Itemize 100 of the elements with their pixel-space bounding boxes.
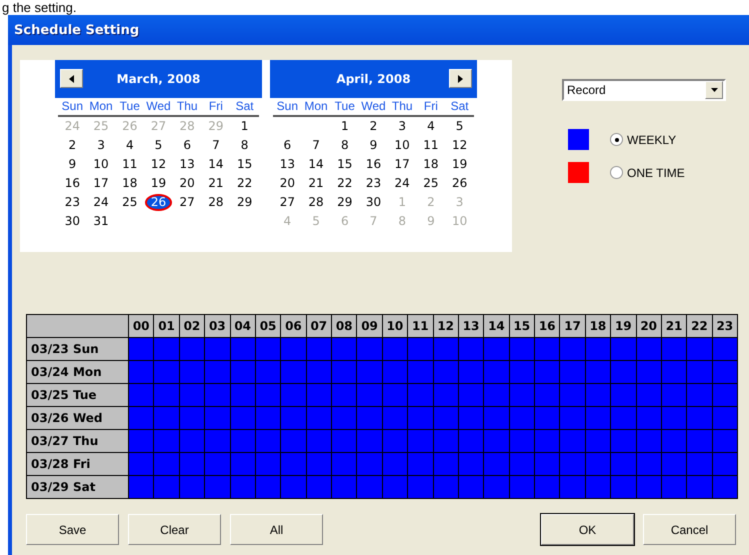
schedule-slot[interactable] <box>129 361 154 383</box>
calendar-day[interactable]: 26 <box>445 174 474 193</box>
schedule-slot[interactable] <box>382 430 408 452</box>
schedule-slot[interactable] <box>712 407 737 429</box>
schedule-slot[interactable] <box>256 361 280 383</box>
radio-option[interactable]: WEEKLY <box>610 132 676 146</box>
schedule-slot[interactable] <box>180 361 204 383</box>
schedule-slot[interactable] <box>510 361 534 383</box>
schedule-slot[interactable] <box>306 384 331 406</box>
next-month-button[interactable] <box>449 69 472 88</box>
calendar-day[interactable]: 28 <box>302 193 330 212</box>
schedule-slot[interactable] <box>306 430 331 452</box>
calendar-day[interactable]: 16 <box>359 155 388 174</box>
calendar-day[interactable]: 17 <box>388 155 417 174</box>
calendar-day[interactable]: 26 <box>144 194 172 211</box>
action-button[interactable]: All <box>230 514 323 545</box>
schedule-slot[interactable] <box>535 453 560 475</box>
schedule-slot[interactable] <box>510 453 534 475</box>
schedule-slot[interactable] <box>129 476 154 498</box>
schedule-slot[interactable] <box>230 453 255 475</box>
schedule-slot[interactable] <box>180 476 204 498</box>
radio-button[interactable] <box>610 166 623 179</box>
schedule-slot[interactable] <box>458 476 484 498</box>
schedule-slot[interactable] <box>510 338 534 360</box>
schedule-slot[interactable] <box>332 361 356 383</box>
action-button[interactable]: Save <box>26 514 119 545</box>
schedule-slot[interactable] <box>306 476 331 498</box>
schedule-slot[interactable] <box>662 430 686 452</box>
schedule-slot[interactable] <box>458 453 484 475</box>
schedule-slot[interactable] <box>230 361 255 383</box>
schedule-slot[interactable] <box>535 361 560 383</box>
schedule-slot[interactable] <box>306 338 331 360</box>
calendar-day[interactable]: 16 <box>58 174 87 193</box>
schedule-slot[interactable] <box>586 453 610 475</box>
schedule-slot[interactable] <box>510 476 534 498</box>
calendar-day[interactable]: 17 <box>86 174 116 193</box>
schedule-slot[interactable] <box>662 384 686 406</box>
schedule-slot[interactable] <box>306 407 331 429</box>
calendar-day[interactable]: 18 <box>115 174 144 193</box>
calendar-day[interactable]: 12 <box>144 155 173 174</box>
calendar-day[interactable]: 13 <box>172 155 202 174</box>
schedule-slot[interactable] <box>712 430 737 452</box>
calendar-day[interactable]: 5 <box>445 117 474 136</box>
schedule-slot[interactable] <box>586 476 610 498</box>
calendar-day[interactable]: 3 <box>86 136 116 155</box>
schedule-slot[interactable] <box>636 384 661 406</box>
schedule-slot[interactable] <box>230 476 255 498</box>
calendar-day[interactable]: 25 <box>115 193 144 212</box>
schedule-slot[interactable] <box>712 476 737 498</box>
schedule-slot[interactable] <box>382 407 408 429</box>
schedule-slot[interactable] <box>382 361 408 383</box>
schedule-slot[interactable] <box>256 384 280 406</box>
schedule-slot[interactable] <box>180 338 204 360</box>
calendar-day[interactable]: 20 <box>273 174 302 193</box>
schedule-slot[interactable] <box>535 430 560 452</box>
schedule-slot[interactable] <box>434 430 458 452</box>
schedule-slot[interactable] <box>129 453 154 475</box>
radio-button[interactable] <box>610 133 623 146</box>
calendar-day[interactable]: 15 <box>230 155 259 174</box>
schedule-slot[interactable] <box>180 384 204 406</box>
schedule-slot[interactable] <box>332 476 356 498</box>
calendar-day[interactable]: 2 <box>58 136 87 155</box>
schedule-slot[interactable] <box>458 407 484 429</box>
calendar-day[interactable]: 24 <box>388 174 417 193</box>
schedule-slot[interactable] <box>636 453 661 475</box>
schedule-slot[interactable] <box>535 338 560 360</box>
schedule-slot[interactable] <box>256 338 280 360</box>
schedule-slot[interactable] <box>535 407 560 429</box>
calendar-day[interactable]: 22 <box>230 174 259 193</box>
schedule-slot[interactable] <box>636 338 661 360</box>
schedule-slot[interactable] <box>636 476 661 498</box>
schedule-slot[interactable] <box>458 338 484 360</box>
calendar-day[interactable]: 1 <box>330 117 360 136</box>
schedule-slot[interactable] <box>586 384 610 406</box>
schedule-slot[interactable] <box>256 453 280 475</box>
calendar-day[interactable]: 5 <box>144 136 173 155</box>
schedule-slot[interactable] <box>332 407 356 429</box>
schedule-slot[interactable] <box>382 338 408 360</box>
schedule-slot[interactable] <box>636 361 661 383</box>
schedule-slot[interactable] <box>712 384 737 406</box>
schedule-slot[interactable] <box>230 384 255 406</box>
schedule-slot[interactable] <box>712 361 737 383</box>
schedule-slot[interactable] <box>332 338 356 360</box>
calendar-day[interactable]: 20 <box>172 174 202 193</box>
calendar-day[interactable]: 31 <box>86 212 116 231</box>
schedule-slot[interactable] <box>230 407 255 429</box>
calendar-day[interactable]: 12 <box>445 136 474 155</box>
calendar-day[interactable]: 2 <box>359 117 388 136</box>
schedule-slot[interactable] <box>535 476 560 498</box>
schedule-slot[interactable] <box>306 361 331 383</box>
schedule-slot[interactable] <box>129 407 154 429</box>
radio-option[interactable]: ONE TIME <box>610 166 685 180</box>
calendar-day[interactable]: 24 <box>86 193 116 212</box>
schedule-slot[interactable] <box>129 384 154 406</box>
schedule-slot[interactable] <box>510 430 534 452</box>
calendar-day[interactable]: 8 <box>230 136 259 155</box>
schedule-slot[interactable] <box>434 384 458 406</box>
schedule-slot[interactable] <box>510 407 534 429</box>
calendar-day[interactable]: 23 <box>58 193 87 212</box>
schedule-slot[interactable] <box>586 338 610 360</box>
